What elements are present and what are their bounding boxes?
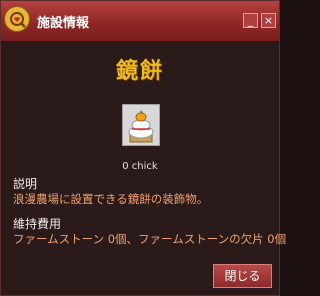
title-bar[interactable]: 施設情報 _ × bbox=[1, 1, 279, 41]
item-name: 鏡餅 bbox=[115, 59, 164, 84]
description-label: 説明 bbox=[13, 177, 38, 191]
facility-info-window: 施設情報 _ × 鏡餅 0 chick 説明 浪漫農場に設置できる鏡餅の装飾物。… bbox=[0, 0, 286, 296]
description-text: 浪漫農場に設置できる鏡餅の装飾物。 bbox=[13, 192, 209, 206]
window-title: 施設情報 bbox=[37, 16, 90, 31]
item-image bbox=[122, 104, 160, 146]
close-window-button[interactable]: × bbox=[261, 13, 276, 28]
maintenance-label: 維持費用 bbox=[13, 217, 62, 231]
minimize-button[interactable]: _ bbox=[243, 13, 258, 28]
close-button[interactable]: 閉じる bbox=[213, 264, 272, 288]
minimize-icon: _ bbox=[247, 14, 254, 27]
kagami-mochi-icon bbox=[128, 110, 154, 143]
maintenance-text: ファームストーン 0個、ファームストーンの欠片 0個 bbox=[13, 232, 287, 246]
heart-search-icon bbox=[4, 6, 30, 32]
item-price: 0 chick bbox=[122, 161, 158, 172]
close-icon: × bbox=[263, 14, 274, 27]
